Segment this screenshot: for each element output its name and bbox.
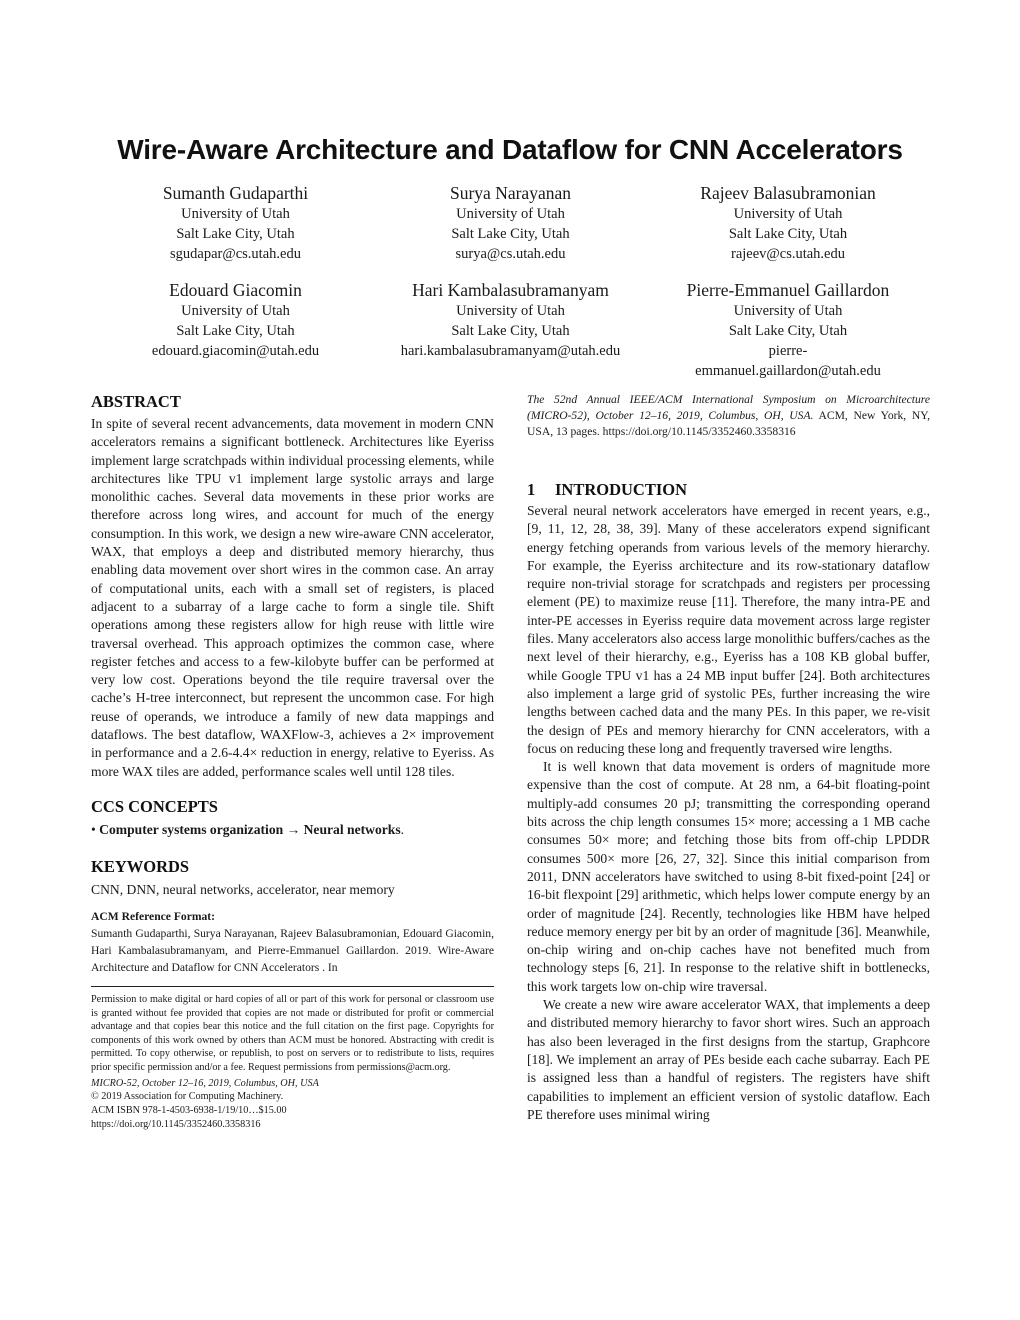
right-column: The 52nd Annual IEEE/ACM International S… (527, 392, 930, 1124)
period: . (400, 821, 405, 837)
ccs-concept-label: Computer systems organization (99, 821, 284, 837)
author-name: Edouard Giacomin (169, 280, 302, 300)
author-block: Sumanth Gudaparthi University of Utah Sa… (98, 182, 373, 264)
left-column: ABSTRACT In spite of several recent adva… (91, 392, 494, 1132)
intro-paragraph: Several neural network accelerators have… (527, 503, 930, 756)
author-block: Surya Narayanan University of Utah Salt … (373, 182, 648, 264)
author-email: surya@cs.utah.edu (455, 246, 566, 262)
intro-paragraph: We create a new wire aware accelerator W… (527, 997, 930, 1122)
author-row: Sumanth Gudaparthi University of Utah Sa… (98, 182, 928, 264)
author-affiliation: University of Utah (456, 206, 565, 222)
author-location: Salt Lake City, Utah (176, 323, 295, 339)
reference-format-heading: ACM Reference Format: (91, 909, 216, 923)
author-email-continued: emmanuel.gaillardon@utah.edu (695, 363, 881, 379)
author-email: sgudapar@cs.utah.edu (170, 246, 301, 262)
author-location: Salt Lake City, Utah (451, 323, 570, 339)
copyright-line: © 2019 Association for Computing Machine… (91, 1091, 284, 1103)
author-affiliation: University of Utah (733, 206, 843, 222)
keywords-text: CNN, DNN, neural networks, accelerator, … (91, 881, 395, 897)
author-email: rajeev@cs.utah.edu (731, 246, 845, 262)
author-location: Salt Lake City, Utah (728, 323, 848, 339)
ccs-heading: CCS CONCEPTS (91, 796, 218, 816)
doi-link[interactable]: https://doi.org/10.1145/3352460.3358316 (91, 1118, 494, 1132)
author-block: Pierre-Emmanuel Gaillardon University of… (648, 279, 928, 381)
section-number: 1 (527, 480, 536, 499)
arrow-right-icon: → (286, 821, 301, 837)
ccs-sub-concept: Neural networks (303, 821, 401, 837)
author-affiliation: University of Utah (456, 303, 565, 319)
author-name: Surya Narayanan (450, 183, 571, 203)
venue-line: MICRO-52, October 12–16, 2019, Columbus,… (91, 1077, 319, 1089)
reference-format-continuation: The 52nd Annual IEEE/ACM International S… (527, 392, 930, 440)
abstract-text: In spite of several recent advancements,… (91, 416, 494, 779)
footnote-divider (91, 985, 494, 987)
author-email: pierre- (768, 343, 808, 359)
isbn-line: ACM ISBN 978-1-4503-6938-1/19/10…$15.00 (91, 1105, 287, 1117)
ccs-concept: • Computer systems organization → Neural… (91, 821, 494, 839)
abstract-heading: ABSTRACT (91, 392, 181, 411)
author-location: Salt Lake City, Utah (728, 226, 848, 242)
section-title: INTRODUCTION (555, 480, 688, 499)
author-location: Salt Lake City, Utah (451, 226, 570, 242)
intro-paragraph: It is well known that data movement is o… (527, 759, 930, 994)
author-name: Sumanth Gudaparthi (162, 183, 309, 203)
keywords-heading: KEYWORDS (91, 856, 190, 876)
author-affiliation: University of Utah (181, 303, 290, 319)
author-email: edouard.giacomin@utah.edu (151, 343, 320, 359)
paper-title: Wire-Aware Architecture and Dataflow for… (117, 134, 903, 165)
author-affiliation: University of Utah (733, 303, 843, 319)
permission-notice: Permission to make digital or hard copie… (91, 993, 494, 1073)
author-name: Hari Kambalasubramanyam (412, 280, 609, 300)
author-block: Rajeev Balasubramonian University of Uta… (648, 182, 928, 264)
author-row: Edouard Giacomin University of Utah Salt… (98, 279, 928, 381)
author-name: Pierre-Emmanuel Gaillardon (686, 280, 890, 300)
reference-format-text: Sumanth Gudaparthi, Surya Narayanan, Raj… (91, 926, 494, 974)
bullet: • (91, 821, 96, 837)
author-location: Salt Lake City, Utah (176, 226, 295, 242)
author-affiliation: University of Utah (181, 206, 290, 222)
introduction-heading: 1 INTRODUCTION (527, 480, 930, 500)
author-block: Hari Kambalasubramanyam University of Ut… (373, 279, 648, 381)
author-name: Rajeev Balasubramonian (700, 183, 876, 203)
author-email: hari.kambalasubramanyam@utah.edu (400, 343, 621, 359)
author-block: Edouard Giacomin University of Utah Salt… (98, 279, 373, 381)
